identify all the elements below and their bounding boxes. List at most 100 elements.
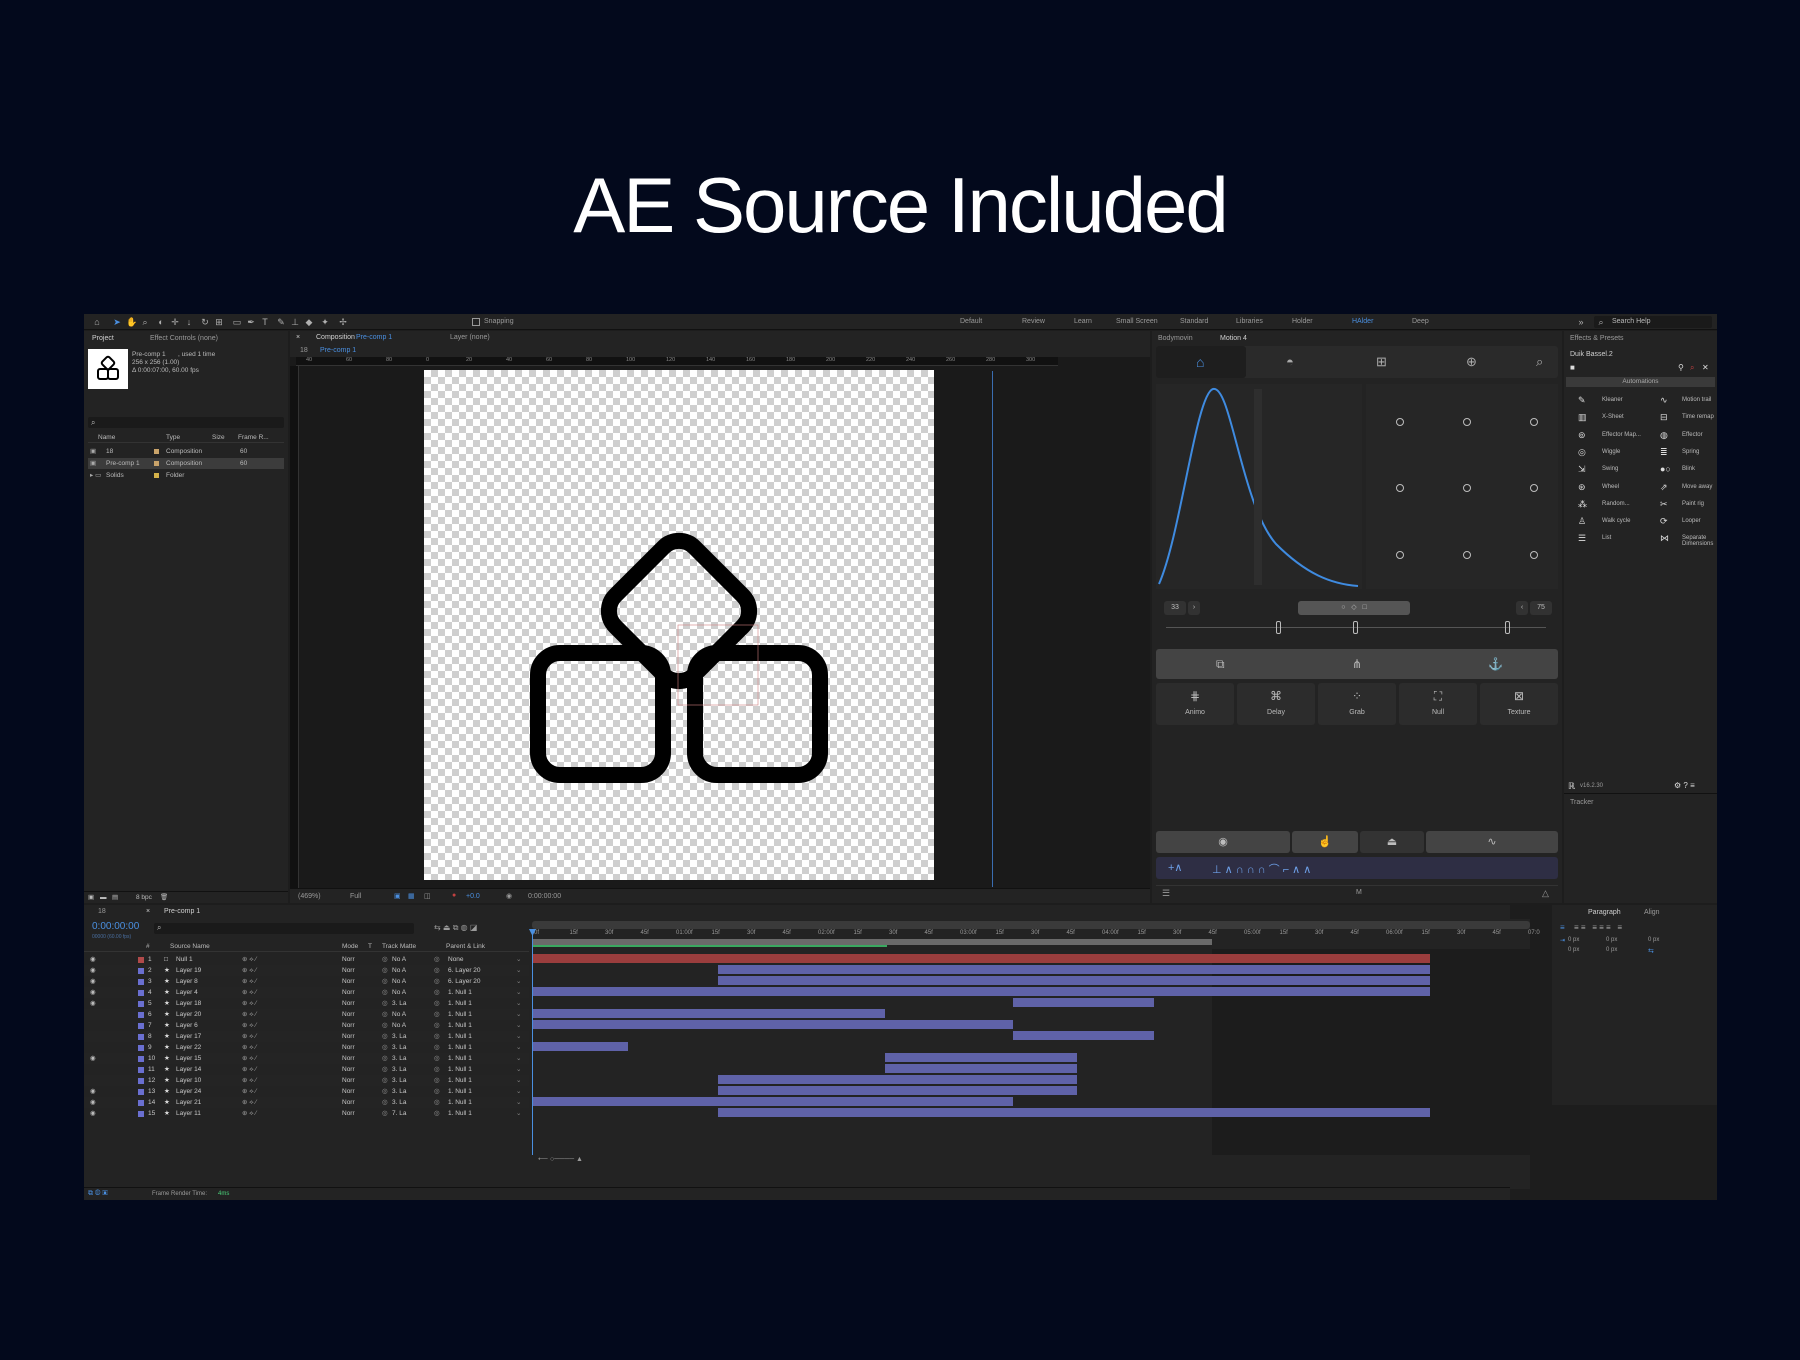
space-before-value[interactable]: 0 px [1568,947,1579,953]
layer-icon[interactable]: ⧉ [1216,657,1225,672]
eye-icon[interactable]: ◉ [90,954,96,965]
label-color-swatch[interactable] [138,1067,144,1073]
playhead[interactable] [532,929,533,1155]
zoom-tool-icon[interactable]: ⌕ [140,317,150,327]
layer-switches-icon[interactable]: ⊕ ⟡ ∕ [242,954,256,965]
breadcrumb-18[interactable]: 18 [300,347,308,354]
zoom-slider[interactable]: ⟵ ○──── ▲ [538,1155,583,1163]
color-icon[interactable]: ● [452,892,456,899]
pickwhip-icon[interactable]: ◎ [434,1042,440,1053]
tool-grab-button[interactable]: ⁘ Grab [1318,683,1396,725]
layer-track-matte[interactable]: 3. La [392,1042,406,1053]
anchor-bottom-center[interactable] [1463,551,1471,559]
pickwhip-icon[interactable]: ◎ [434,1097,440,1108]
pickwhip-icon[interactable]: ◎ [434,1031,440,1042]
label-color-swatch[interactable] [154,473,159,478]
split-icon[interactable]: ⋔ [1352,657,1362,671]
duik-item[interactable]: ∿ Motion trail [1656,393,1716,408]
region-icon[interactable]: ▣ [394,892,401,900]
duik-item[interactable]: ⋈ Separate Dimensions [1656,531,1716,547]
layer-parent[interactable]: 6. Layer 20 [448,976,481,987]
layer-switches-icon[interactable]: ⊕ ⟡ ∕ [242,1031,256,1042]
layer-switches-icon[interactable]: ⊕ ⟡ ∕ [242,1009,256,1020]
table-row[interactable]: 6 ★ Layer 20 ⊕ ⟡ ∕ Norr ◎ No A ◎ 1. Null 1 ⌄ [84,1009,529,1020]
indent-first-value[interactable]: 0 px [1648,937,1659,943]
label-color-swatch[interactable] [154,461,159,466]
table-row[interactable]: ◉ 5 ★ Layer 18 ⊕ ⟡ ∕ Norr ◎ 3. La ◎ 1. Null 1 ⌄ [84,998,529,1009]
anchor-center[interactable] [1463,484,1471,492]
align-left-icon[interactable]: ≡ [1560,923,1565,932]
tab-motion4[interactable]: Motion 4 [1220,335,1247,342]
layer-parent[interactable]: 1. Null 1 [448,1042,472,1053]
duik-item[interactable]: ⊟ Time remap [1656,410,1716,425]
layer-track-matte[interactable]: No A [392,987,406,998]
table-row[interactable]: ◉ 2 ★ Layer 19 ⊕ ⟡ ∕ Norr ◎ No A ◎ 6. Layer 20 ⌄ [84,965,529,976]
label-color-swatch[interactable] [154,449,159,454]
layer-name[interactable]: Layer 22 [176,1042,201,1053]
col-track-matte[interactable]: Track Matte [382,941,416,952]
layer-switches-icon[interactable]: ⊕ ⟡ ∕ [242,1064,256,1075]
table-row[interactable]: ◉ 3 ★ Layer 8 ⊕ ⟡ ∕ Norr ◎ No A ◎ 6. Layer 20 ⌄ [84,976,529,987]
trash-icon[interactable]: 🗑 [160,892,168,903]
eye-button[interactable]: ◉ [1156,831,1290,853]
target-icon[interactable]: ⊕ [1466,354,1477,370]
layer-duration-bar[interactable] [532,1009,885,1018]
layer-parent[interactable]: 1. Null 1 [448,1053,472,1064]
pickwhip-icon[interactable]: ◎ [434,1108,440,1119]
layer-track-matte[interactable]: No A [392,954,406,965]
duik-help-icon[interactable]: ⚙ ? ≡ [1674,781,1695,790]
label-color-swatch[interactable] [138,1078,144,1084]
label-color-swatch[interactable] [138,1045,144,1051]
mask-icon[interactable]: ◫ [424,892,431,900]
ease-shape-selector[interactable]: ○ ◇ □ [1298,601,1410,615]
chevron-down-icon[interactable]: ⌄ [516,1031,521,1042]
warning-icon[interactable]: △ [1542,888,1549,899]
layer-duration-bar[interactable] [1013,1031,1155,1040]
layer-mode[interactable]: Norr [342,1097,355,1108]
eye-icon[interactable]: ◉ [90,965,96,976]
duik-search-icon[interactable]: ⌕ [1690,363,1694,373]
pickwhip-icon[interactable]: ◎ [434,976,440,987]
pan-tool-icon[interactable]: ✛ [170,317,180,327]
tab-tracker[interactable]: Tracker [1570,799,1593,806]
tab-effects-presets[interactable]: Effects & Presets [1570,335,1624,342]
eye-icon[interactable]: ◉ [90,1108,96,1119]
layer-track-matte[interactable]: 3. La [392,1064,406,1075]
layer-duration-bar[interactable] [884,1053,1078,1062]
pickwhip-icon[interactable]: ◎ [434,1075,440,1086]
table-row[interactable]: ◉ 10 ★ Layer 15 ⊕ ⟡ ∕ Norr ◎ 3. La ◎ 1. Null 1 ⌄ [84,1053,529,1064]
orbit-tool-icon[interactable]: ◐ [156,317,166,327]
timeline-switches-icons[interactable]: ⇆ ⏏ ⧉ ◍ ◪ [434,923,477,933]
easing-graph[interactable] [1156,384,1362,589]
workspace-libraries[interactable]: Libraries [1236,318,1263,325]
table-row[interactable]: 9 ★ Layer 22 ⊕ ⟡ ∕ Norr ◎ 3. La ◎ 1. Null 1 ⌄ [84,1042,529,1053]
chevron-down-icon[interactable]: ⌄ [516,954,521,965]
layer-name[interactable]: Layer 14 [176,1064,201,1075]
layer-parent[interactable]: 1. Null 1 [448,1064,472,1075]
pickwhip-icon[interactable]: ◎ [434,998,440,1009]
chevron-left-icon[interactable]: ‹ [1516,601,1528,615]
duik-item[interactable]: ⇗ Move away [1656,480,1716,495]
workspace-deep[interactable]: Deep [1412,318,1429,325]
close-icon[interactable]: × [296,334,300,341]
duik-item[interactable]: ⟳ Looper [1656,514,1716,529]
time-ruler[interactable]: 0f 15f 30f 45f 01:00f 15f 30f 45f 02:00f 15f 30f 45… [532,930,1540,939]
settings-sliders-icon[interactable]: ☰ [1162,888,1170,899]
tool-animo-button[interactable]: ⋕ Animo [1156,683,1234,725]
comp-time[interactable]: 0:00:00:00 [528,893,561,900]
duik-bones-icon[interactable]: ⚲ [1678,363,1684,372]
tab-project[interactable]: Project [92,335,114,342]
table-row[interactable]: ◉ 4 ★ Layer 4 ⊕ ⟡ ∕ Norr ◎ No A ◎ 1. Null 1 ⌄ [84,987,529,998]
layer-name[interactable]: Layer 17 [176,1031,201,1042]
pickwhip-icon[interactable]: ◎ [434,1086,440,1097]
time-navigator[interactable] [532,921,1530,929]
rotate-tool-icon[interactable]: ↻ [200,317,210,327]
chevron-down-icon[interactable]: ⌄ [516,998,521,1009]
layer-parent[interactable]: 1. Null 1 [448,1097,472,1108]
chevron-down-icon[interactable]: ⌄ [516,1075,521,1086]
tab-timeline-18[interactable]: 18 [98,908,106,915]
layer-mode[interactable]: Norr [342,1009,355,1020]
col-size[interactable]: Size [212,432,225,443]
project-search-input[interactable]: ⌕ [88,417,284,428]
layer-track-matte[interactable]: No A [392,965,406,976]
